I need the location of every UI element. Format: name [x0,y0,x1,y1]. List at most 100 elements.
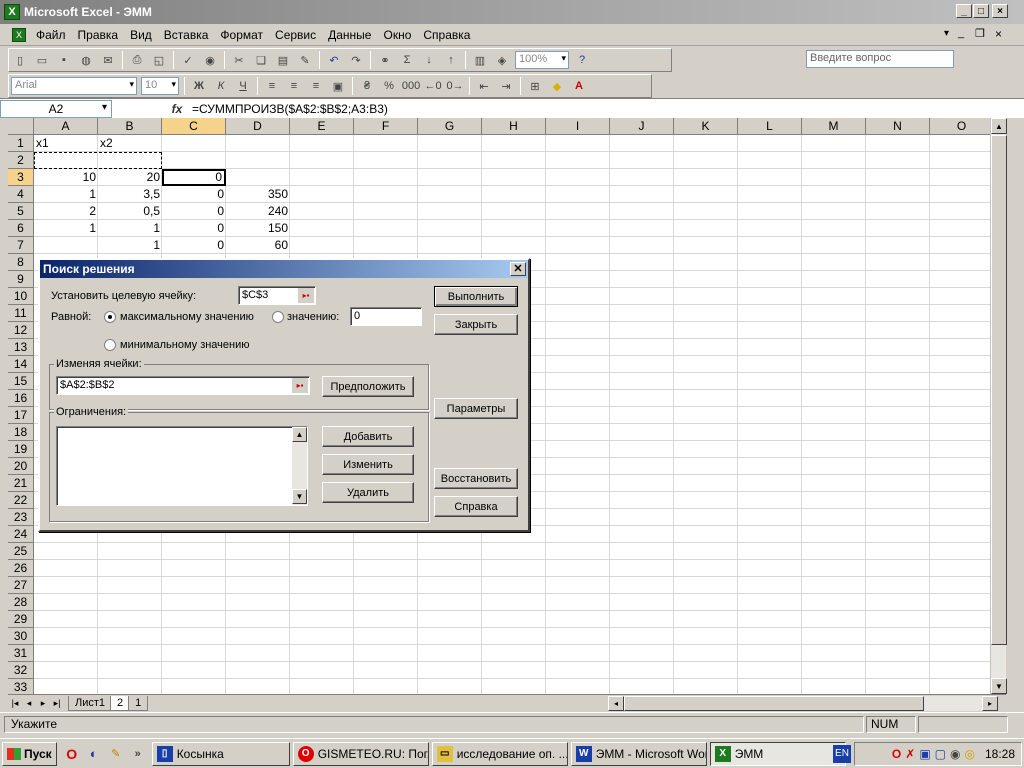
print-icon[interactable]: ⎙ [128,51,146,69]
cell-c5[interactable]: 0 [162,203,226,220]
vertical-scroll-thumb[interactable] [991,135,1007,645]
menu-help[interactable]: Справка [417,25,476,45]
cell-c3[interactable]: 0 [162,169,226,186]
constraints-scroll-up-icon[interactable]: ▲ [292,427,307,442]
font-color-icon[interactable]: A [570,77,588,95]
col-header-h[interactable]: H [482,118,546,135]
select-all-corner[interactable] [8,118,34,135]
close-button[interactable]: × [992,4,1008,18]
copy-icon[interactable]: ❏ [252,51,270,69]
doc-minimize-icon[interactable]: _ [958,27,964,39]
row-header[interactable]: 1 [8,135,34,152]
row-header[interactable]: 32 [8,662,34,679]
new-icon[interactable]: ▯ [11,51,29,69]
col-header-m[interactable]: M [802,118,866,135]
hyperlink-icon[interactable]: ⚭ [376,51,394,69]
row-header[interactable]: 24 [8,526,34,543]
constraints-list[interactable]: ▲ ▼ [56,426,308,506]
menu-file[interactable]: Файл [30,25,72,45]
cell-b4[interactable]: 3,5 [98,186,162,203]
options-button[interactable]: Параметры [434,398,518,419]
increase-indent-icon[interactable]: ⇥ [497,77,515,95]
row-header[interactable]: 18 [8,424,34,441]
col-header-o[interactable]: O [930,118,990,135]
cell-d6[interactable]: 150 [226,220,290,237]
quicklaunch-icon[interactable]: ✎ [107,745,125,763]
decrease-indent-icon[interactable]: ⇤ [475,77,493,95]
change-constraint-button[interactable]: Изменить [322,454,414,475]
align-center-icon[interactable]: ≡ [285,77,303,95]
row-header[interactable]: 29 [8,611,34,628]
col-header-c[interactable]: C [162,118,226,135]
next-sheet-icon[interactable]: ▸ [36,698,50,709]
menu-format[interactable]: Формат [214,25,269,45]
menu-tools[interactable]: Сервис [269,25,322,45]
col-header-k[interactable]: K [674,118,738,135]
max-radio-label[interactable]: максимальному значению [120,311,254,323]
scroll-up-icon[interactable]: ▲ [991,118,1007,134]
row-header[interactable]: 33 [8,679,34,694]
value-radio[interactable] [272,311,284,323]
close-dialog-button[interactable]: Закрыть [434,314,518,335]
row-header[interactable]: 21 [8,475,34,492]
row-header[interactable]: 31 [8,645,34,662]
last-sheet-icon[interactable]: ▸| [50,698,64,709]
row-header[interactable]: 25 [8,543,34,560]
row-header[interactable]: 20 [8,458,34,475]
row-header[interactable]: 3 [8,169,34,186]
sheet-tab-2[interactable]: 2 [110,695,131,711]
col-header-f[interactable]: F [354,118,418,135]
row-header[interactable]: 7 [8,237,34,254]
col-header-i[interactable]: I [546,118,610,135]
align-left-icon[interactable]: ≡ [263,77,281,95]
menu-window[interactable]: Окно [377,25,417,45]
messenger-tray-icon[interactable]: ◎ [964,747,974,761]
row-header[interactable]: 23 [8,509,34,526]
display-tray-icon[interactable]: ▢ [935,747,946,761]
menu-view[interactable]: Вид [124,25,158,45]
task-excel[interactable]: X ЭММ [709,741,846,766]
cell-d5[interactable]: 240 [226,203,290,220]
col-header-j[interactable]: J [610,118,674,135]
changing-cells-input[interactable]: $A$2:$B$2 ▸▪ [56,376,310,395]
increase-decimal-icon[interactable]: ←0 [424,77,442,95]
dialog-close-icon[interactable]: ✕ [510,262,526,276]
row-header[interactable]: 8 [8,254,34,271]
sheet-tab-3[interactable]: 1 [128,695,149,711]
row-header[interactable]: 14 [8,356,34,373]
add-constraint-button[interactable]: Добавить [322,426,414,447]
cell-d7[interactable]: 60 [226,237,290,254]
prev-sheet-icon[interactable]: ◂ [22,698,36,709]
col-header-n[interactable]: N [866,118,930,135]
row-header[interactable]: 5 [8,203,34,220]
run-button[interactable]: Выполнить [434,286,518,307]
undo-icon[interactable]: ↶ [325,51,343,69]
font-size-select[interactable]: 10 [141,77,179,95]
row-header[interactable]: 10 [8,288,34,305]
cell-b6[interactable]: 1 [98,220,162,237]
row-header[interactable]: 2 [8,152,34,169]
preview-icon[interactable]: ◱ [150,51,168,69]
scroll-down-icon[interactable]: ▼ [991,678,1007,694]
menu-insert[interactable]: Вставка [158,25,215,45]
cell-d4[interactable]: 350 [226,186,290,203]
sheet-tab-1[interactable]: Лист1 [68,695,113,711]
task-folder[interactable]: ▭ исследование оп. ... [431,741,568,766]
language-indicator[interactable]: EN [833,745,851,763]
cut-icon[interactable]: ✂ [230,51,248,69]
col-header-g[interactable]: G [418,118,482,135]
task-word[interactable]: W ЭММ - Microsoft Word [570,741,707,766]
value-radio-label[interactable]: значению: [287,311,339,323]
col-header-d[interactable]: D [226,118,290,135]
email-icon[interactable]: ✉ [99,51,117,69]
guess-button[interactable]: Предположить [322,376,414,397]
reset-button[interactable]: Восстановить [434,468,518,489]
open-icon[interactable]: ▭ [33,51,51,69]
row-header[interactable]: 4 [8,186,34,203]
col-header-l[interactable]: L [738,118,802,135]
antivirus-tray-icon[interactable]: ✗ [905,747,915,761]
underline-icon[interactable]: Ч [234,77,252,95]
bold-icon[interactable]: Ж [190,77,208,95]
cell-b5[interactable]: 0,5 [98,203,162,220]
constraints-scroll-down-icon[interactable]: ▼ [292,489,307,504]
